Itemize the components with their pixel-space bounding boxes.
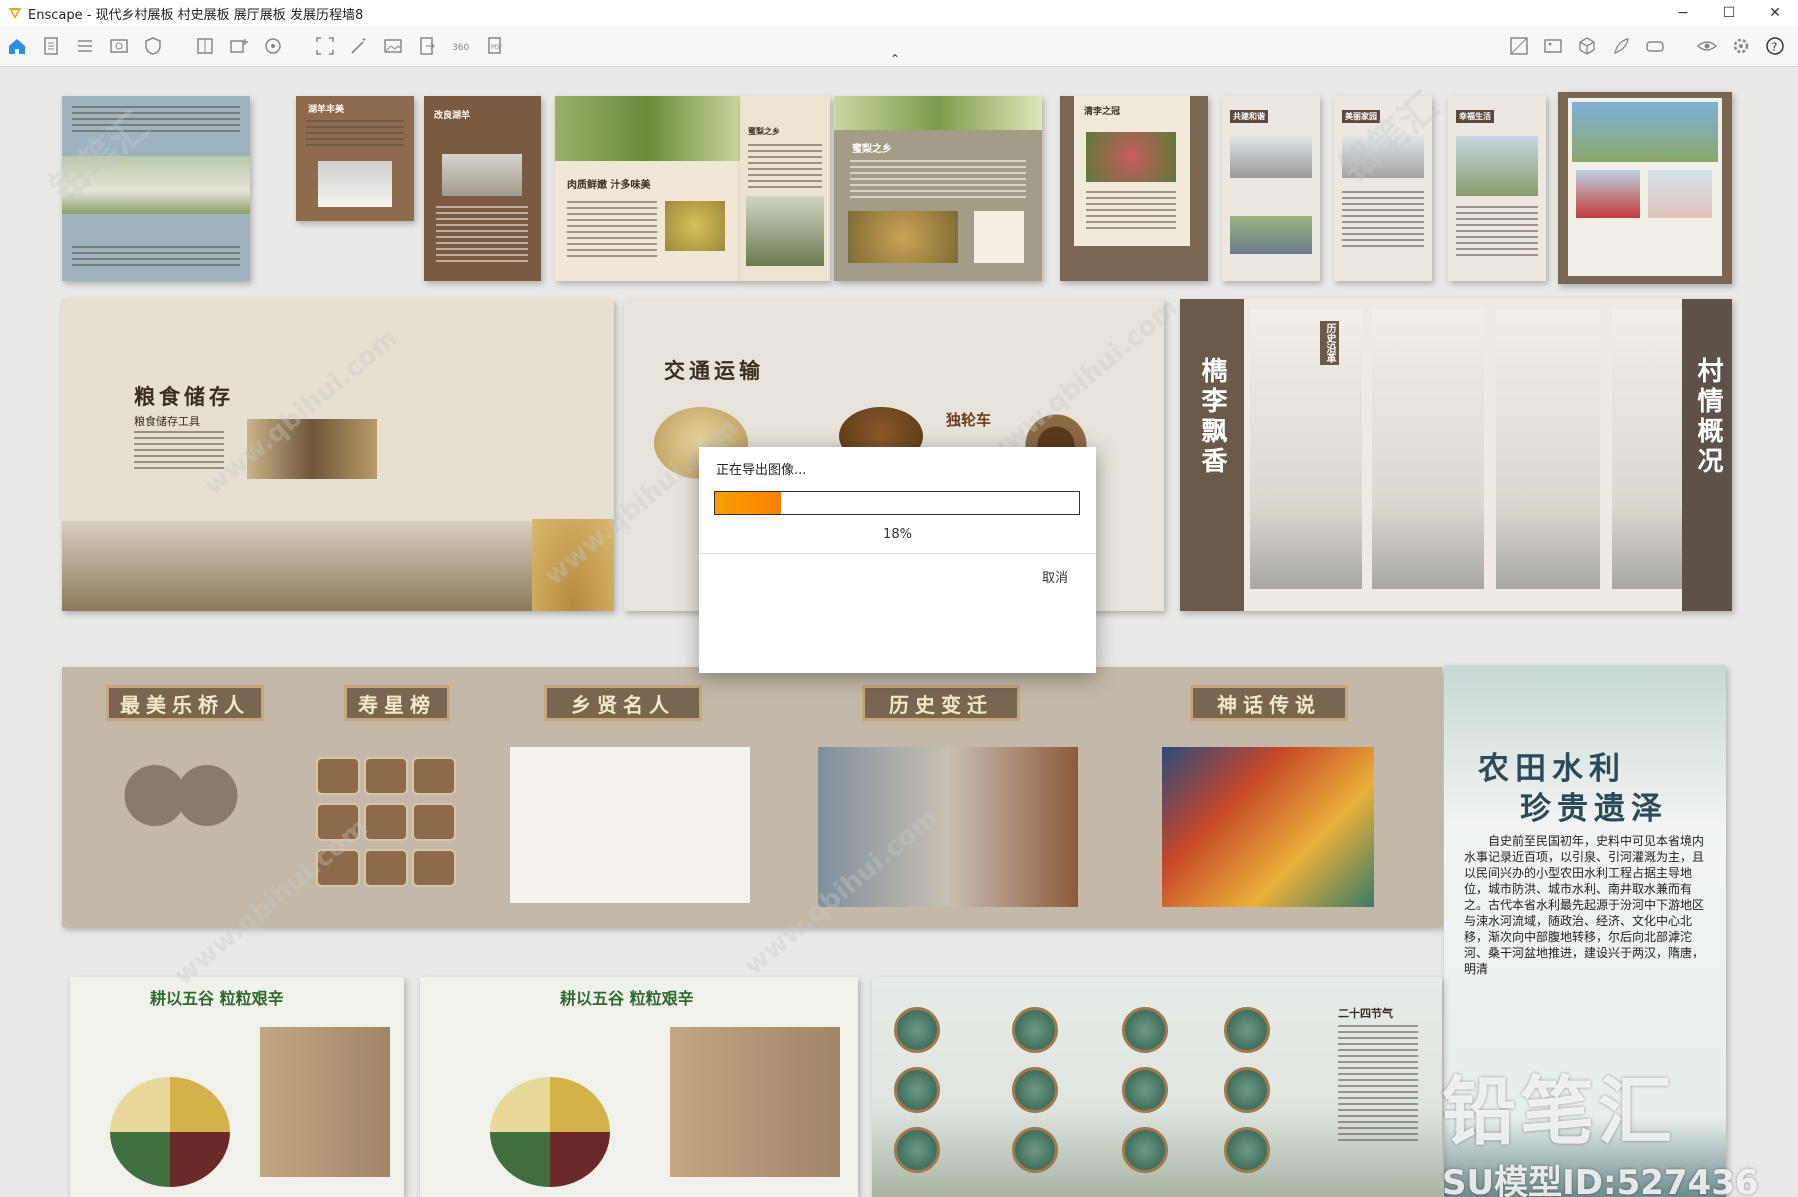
board-plum-fragrance: 檇李飘香 历史沿革 村情概况	[1180, 299, 1732, 611]
board-five-grains-a: 耕以五谷 粒粒艰辛	[70, 977, 404, 1197]
document-icon[interactable]	[38, 33, 64, 59]
board-improved-sheep: 改良湖羊	[424, 96, 541, 281]
board-plum-crown: 清李之冠	[1060, 96, 1208, 281]
panorama-icon[interactable]: 360	[448, 33, 474, 59]
board-title: 耕以五谷 粒粒艰辛	[560, 989, 694, 1008]
board-industrial-park	[1558, 92, 1732, 284]
enscape-logo-icon	[9, 8, 21, 19]
board-title: 幸福生活	[1456, 110, 1494, 123]
svg-text:360: 360	[452, 43, 469, 53]
settings-icon[interactable]	[1728, 33, 1754, 59]
shield-icon[interactable]	[140, 33, 166, 59]
board-harmony: 共建和谐	[1222, 96, 1320, 281]
plaque-sages: 乡贤名人	[544, 685, 702, 721]
export-progress-dialog: 正在导出图像... 18% 取消	[699, 447, 1096, 673]
heart-photo-collage	[116, 757, 246, 867]
screenshot-icon[interactable]	[312, 33, 338, 59]
board-title: 粮食储存	[134, 384, 234, 409]
board-five-grains-b: 耕以五谷 粒粒艰辛	[420, 977, 858, 1197]
home-icon[interactable]	[4, 33, 30, 59]
add-view-icon[interactable]	[226, 33, 252, 59]
board-title: 湖羊丰美	[308, 105, 345, 115]
image-icon[interactable]	[380, 33, 406, 59]
help-icon[interactable]: ?	[1762, 33, 1788, 59]
board-tender-meat: 肉质鲜嫩 汁多味美	[555, 96, 740, 281]
plaque-longevity: 寿星榜	[344, 685, 450, 721]
plaque-myths: 神话传说	[1190, 685, 1348, 721]
minimize-button[interactable]: −	[1660, 0, 1706, 26]
progress-bar-fill	[715, 492, 781, 514]
batch-export-icon[interactable]: PDF	[482, 33, 508, 59]
gallery-icon[interactable]	[1540, 33, 1566, 59]
sages-board	[510, 747, 750, 903]
history-tag: 历史沿革	[1320, 321, 1339, 365]
board-title: 蜜梨之乡	[748, 126, 780, 136]
brand-watermark: 铅笔汇	[1442, 1069, 1676, 1155]
collapse-toolbar-button[interactable]: ⌃	[890, 52, 900, 66]
cube-icon[interactable]	[1574, 33, 1600, 59]
myths-illustration-grid	[1162, 747, 1374, 907]
plaque-history-changes: 历史变迁	[862, 685, 1020, 721]
board-pear-town-b: 蜜梨之乡	[834, 96, 1042, 281]
list-icon[interactable]	[72, 33, 98, 59]
model-id-watermark: SU模型ID:527436	[1442, 1163, 1759, 1197]
progress-percent: 18%	[883, 527, 912, 542]
eye-icon[interactable]	[1694, 33, 1720, 59]
cancel-button[interactable]: 取消	[1042, 567, 1068, 586]
board-title: 村情概况	[1693, 357, 1723, 477]
window-title: Enscape - 现代乡村展板 村史展板 展厅展板 发展历程墙8	[28, 7, 364, 23]
board-title: 二十四节气	[1338, 1007, 1393, 1020]
plaque-beautiful-people: 最美乐桥人	[106, 685, 264, 721]
irrigation-body-text: 自史前至民国初年，史料中可见本省境内水事记录近百项，以引泉、引河灌溉为主，且以民…	[1464, 834, 1705, 976]
feather-icon[interactable]	[1608, 33, 1634, 59]
board-title: 清李之冠	[1084, 107, 1121, 117]
board-lake-sheep: 湖羊丰美	[296, 96, 414, 221]
magic-wand-icon[interactable]	[346, 33, 372, 59]
board-pear-town-a: 蜜梨之乡	[740, 96, 830, 281]
board-title: 肉质鲜嫩 汁多味美	[567, 180, 651, 191]
board-title: 耕以五谷 粒粒艰辛	[150, 989, 284, 1008]
svg-text:PDF: PDF	[491, 44, 503, 51]
material-icon[interactable]	[1506, 33, 1532, 59]
export-document-icon[interactable]	[414, 33, 440, 59]
board-subtitle: 粮食储存工具	[134, 415, 200, 428]
book-icon[interactable]	[192, 33, 218, 59]
vr-headset-icon[interactable]	[1642, 33, 1668, 59]
board-title: 农田水利	[1478, 751, 1626, 787]
asset-library-icon[interactable]	[260, 33, 286, 59]
board-happy-life: 幸福生活	[1448, 96, 1546, 281]
dialog-title: 正在导出图像...	[716, 463, 807, 478]
board-solar-terms: 二十四节气	[872, 977, 1442, 1197]
board-title: 交通运输	[664, 358, 764, 383]
board-title: 檇李飘香	[1197, 357, 1227, 477]
maximize-button[interactable]: ☐	[1706, 0, 1752, 26]
board-title: 蜜梨之乡	[852, 144, 892, 155]
title-bar: Enscape - 现代乡村展板 村史展板 展厅展板 发展历程墙8 − ☐ ✕	[0, 0, 1798, 26]
cart-label: 独轮车	[946, 411, 992, 429]
svg-text:?: ?	[1772, 41, 1778, 54]
progress-bar	[714, 491, 1080, 515]
board-subtitle: 珍贵遗泽	[1520, 791, 1668, 827]
visual-settings-icon[interactable]	[106, 33, 132, 59]
close-button[interactable]: ✕	[1752, 0, 1798, 26]
board-grain-storage: 粮食储存 粮食储存工具	[62, 299, 614, 611]
board-title: 改良湖羊	[434, 111, 471, 121]
board-title: 共建和谐	[1230, 110, 1268, 123]
